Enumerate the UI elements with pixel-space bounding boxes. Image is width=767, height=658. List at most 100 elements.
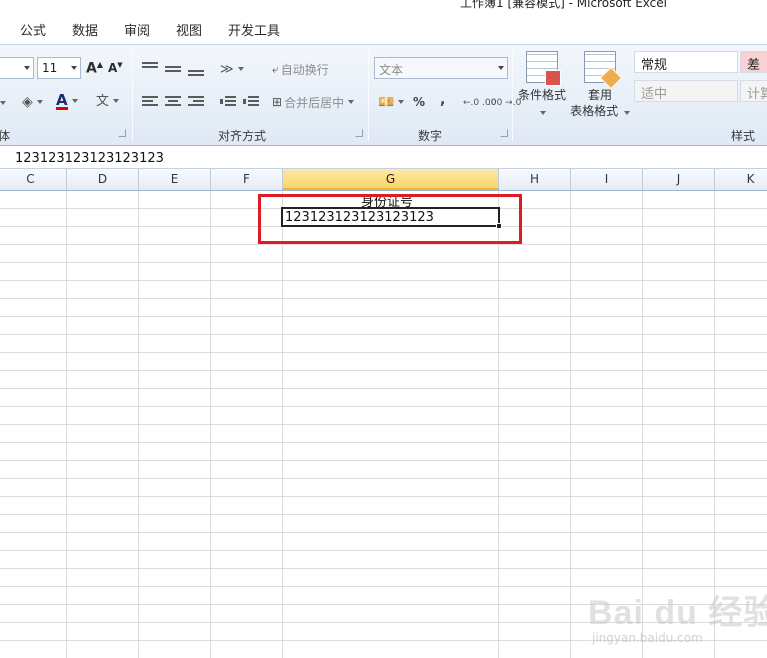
tab-formulas[interactable]: 公式 [20,20,46,39]
border-button[interactable] [0,93,6,113]
watermark: Bai du 经验 jingyan.baidu.com [588,585,767,655]
baidu-logo: Bai du 经验 [588,594,767,632]
number-format-combo[interactable]: 文本 [374,57,508,79]
percent-label: % [413,95,426,109]
style-neutral[interactable]: 适中 [634,80,738,102]
alignment-group-label: 对齐方式 [218,129,267,143]
font-name-combo[interactable] [0,57,34,79]
fill-color-button[interactable]: ◈ [22,92,43,112]
column-header-h[interactable]: H [499,169,571,190]
wrap-text-label: 自动换行 [280,62,329,77]
column-header-g[interactable]: G [283,169,499,190]
gridline [138,191,139,658]
format-as-table-button[interactable]: 套用 表格格式 [570,51,630,119]
align-right-icon[interactable] [188,96,204,108]
alignment-dialog-launcher-icon[interactable] [355,129,363,137]
styles-group-label: 样式 [731,129,756,143]
font-size-combo[interactable]: 11 [37,57,81,79]
chevron-down-icon [237,67,244,71]
group-divider [132,49,133,141]
style-neutral-label: 适中 [641,87,668,102]
wrap-text-button[interactable]: ⤶ 自动换行 [272,59,329,79]
chevron-down-icon [113,99,120,103]
table-format-label-2: 表格格式 [570,104,619,118]
conditional-format-label: 条件格式 [517,88,566,102]
gridline [210,191,211,658]
increase-indent-icon[interactable] [243,96,259,108]
phonetic-button[interactable]: 文 [96,91,120,111]
number-dialog-launcher-icon[interactable] [500,129,508,137]
style-normal[interactable]: 常规 [634,51,738,73]
percent-style-button[interactable]: % [413,92,425,112]
font-dialog-launcher-icon[interactable] [118,129,126,137]
font-group-label: 体 [0,129,11,143]
align-top-icon[interactable] [142,62,158,74]
align-left-icon[interactable] [142,96,158,108]
group-divider [368,49,369,141]
grow-font-button[interactable]: A▲ [86,58,103,78]
column-header-e[interactable]: E [139,169,211,190]
align-center-icon[interactable] [165,96,181,108]
tab-developer[interactable]: 开发工具 [228,20,280,39]
tab-data[interactable]: 数据 [72,20,98,39]
title-bar: 工作簿1 [兼容模式] - Microsoft Excel [0,0,767,14]
conditional-format-button[interactable]: 条件格式 [512,51,572,119]
shrink-font-button[interactable]: A▼ [108,58,123,78]
comma-label: , [440,92,446,108]
column-header-f[interactable]: F [211,169,283,190]
formula-bar[interactable]: 123123123123123123 [0,147,767,169]
column-header-j[interactable]: J [643,169,715,190]
table-format-label-1: 套用 [587,88,612,102]
watermark-url: jingyan.baidu.com [592,631,703,645]
orientation-button[interactable]: ≫ [220,59,244,79]
highlight-annotation [258,194,522,244]
font-color-icon: A [56,90,68,110]
chevron-down-icon [24,66,30,70]
font-shrink-icon: A▼ [108,61,123,75]
currency-icon: 💴 [378,94,395,110]
merge-cells-icon: ⊞ [272,95,283,109]
ribbon: 11 A▲ A▼ ◈ A 文 体 ≫ ⤶ 自动换行 ⊞ 合并后居中 对齐方式 文… [0,44,767,146]
font-color-button[interactable]: A [56,91,78,111]
chevron-down-icon [71,99,78,103]
decrease-indent-icon[interactable] [220,96,236,108]
tab-review[interactable]: 审阅 [124,20,150,39]
chevron-down-icon [71,66,77,70]
style-bad-label: 差 [747,58,761,73]
gridline [498,191,499,658]
style-normal-label: 常规 [641,58,668,73]
number-format-value: 文本 [379,63,404,77]
column-header-c[interactable]: C [0,169,67,190]
style-calc-label: 计算 [747,87,767,102]
paint-bucket-icon: ◈ [22,94,33,110]
column-header-k[interactable]: K [715,169,767,190]
chevron-down-icon [348,100,355,104]
table-format-icon [584,51,616,83]
ribbon-tabs: 公式 数据 审阅 视图 开发工具 [0,14,767,44]
chevron-down-icon [398,100,405,104]
chevron-down-icon [540,111,546,115]
comma-style-button[interactable]: , [440,90,445,110]
tab-view[interactable]: 视图 [176,20,202,39]
column-header-i[interactable]: I [571,169,643,190]
gridline [282,191,283,658]
column-headers: C D E F G H I J K [0,169,767,191]
merge-center-label: 合并后居中 [284,95,345,110]
style-bad[interactable]: 差 [740,51,767,73]
chevron-down-icon [498,66,504,70]
gridline [570,191,571,658]
style-calculation[interactable]: 计算 [740,80,767,102]
chevron-down-icon [623,111,630,115]
chevron-down-icon [0,101,6,105]
wrap-text-icon: ⤶ [272,62,279,76]
formula-bar-value[interactable]: 123123123123123123 [15,151,164,166]
accounting-format-button[interactable]: 💴 [378,92,405,112]
chevron-down-icon [36,100,43,104]
font-grow-icon: A▲ [86,59,103,77]
number-group-label: 数字 [418,129,443,143]
align-middle-icon[interactable] [165,64,181,76]
merge-center-button[interactable]: ⊞ 合并后居中 [272,92,355,112]
align-bottom-icon[interactable] [188,66,204,78]
column-header-d[interactable]: D [67,169,139,190]
phonetic-guide-icon: 文 [96,93,110,109]
